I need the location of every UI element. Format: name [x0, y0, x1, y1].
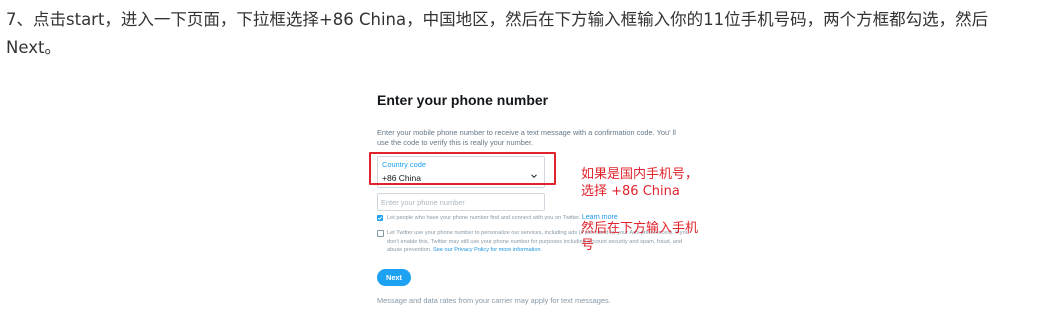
phone-annotation: 然后在下方输入手机 号: [581, 220, 698, 254]
country-annotation: 如果是国内手机号， 选择 +86 China: [581, 166, 698, 200]
phone-annotation-line1: 然后在下方输入手机: [581, 221, 699, 236]
country-highlight-box: [369, 152, 556, 185]
country-annotation-line2: 选择 +86 China: [581, 184, 680, 199]
find-me-option: Let people who have your phone number fi…: [387, 214, 618, 223]
find-me-text: Let people who have your phone number fi…: [387, 215, 581, 221]
phone-annotation-line2: 号: [581, 238, 595, 253]
privacy-policy-link[interactable]: See our Privacy Policy for more informat…: [433, 247, 541, 253]
personalize-checkbox[interactable]: [377, 230, 384, 237]
next-button[interactable]: Next: [377, 269, 411, 286]
article-instruction-text: 7、点击start，进入一下页面，下拉框选择+86 China，中国地区，然后在…: [6, 10, 989, 57]
description-text: Enter your mobile phone number to receiv…: [377, 128, 676, 147]
country-annotation-line1: 如果是国内手机号，: [581, 167, 699, 182]
twitter-signup-screenshot: Enter your phone number Enter your mobil…: [362, 82, 730, 318]
phone-number-input[interactable]: [377, 193, 545, 211]
carrier-rates-footnote: Message and data rates from your carrier…: [377, 296, 611, 305]
page-title: Enter your phone number: [377, 92, 549, 108]
find-me-checkbox[interactable]: [377, 215, 383, 221]
